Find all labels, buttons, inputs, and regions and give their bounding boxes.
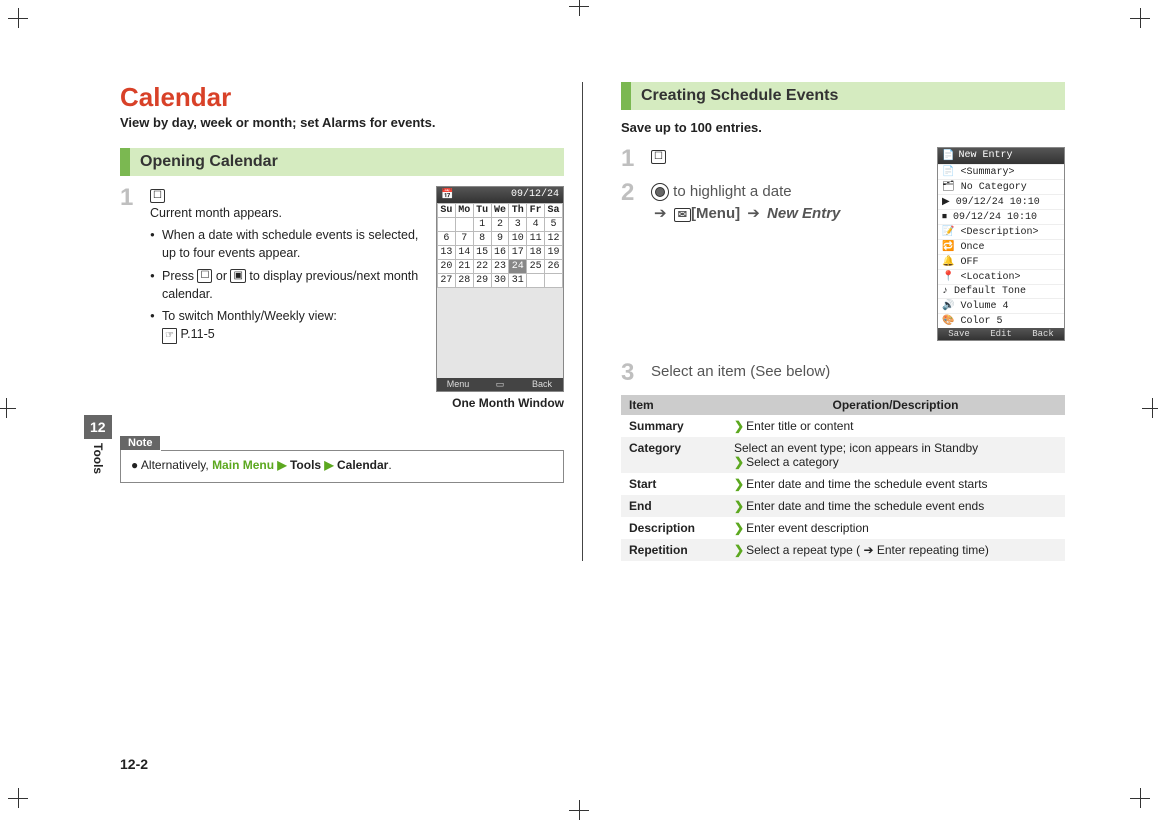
page-number: 12-2 xyxy=(120,756,148,772)
table-header-desc: Operation/Description xyxy=(726,395,1065,415)
camera-icon: ▣ xyxy=(230,269,245,283)
softkey-menu: Menu xyxy=(437,378,479,391)
screenshot-caption: One Month Window xyxy=(436,396,564,410)
table-row: Repetition❯Select a repeat type ( ➔ Ente… xyxy=(621,539,1065,561)
dpad-icon xyxy=(651,183,669,201)
side-tab: 12 Tools xyxy=(84,415,112,474)
cal-icon: 📅 xyxy=(441,189,453,201)
section-opening-calendar: Opening Calendar xyxy=(120,148,564,176)
table-row: Summary❯Enter title or content xyxy=(621,415,1065,437)
pointer-icon: ☞ xyxy=(162,328,177,345)
page-title: Calendar xyxy=(120,82,564,113)
softkey-center: ▭ xyxy=(479,378,521,391)
table-row: End❯Enter date and time the schedule eve… xyxy=(621,495,1065,517)
softkey-back: Back xyxy=(1022,328,1064,340)
softkey-back: Back xyxy=(521,378,563,391)
table-header-item: Item xyxy=(621,395,726,415)
operations-table: Item Operation/Description Summary❯Enter… xyxy=(621,395,1065,561)
step-number: 2 xyxy=(621,181,641,225)
table-row: Start❯Enter date and time the schedule e… xyxy=(621,473,1065,495)
lead-text: Save up to 100 entries. xyxy=(621,120,1065,135)
table-row: CategorySelect an event type; icon appea… xyxy=(621,437,1065,473)
bullet: When a date with schedule events is sele… xyxy=(150,226,426,262)
chapter-number: 12 xyxy=(84,415,112,439)
new-entry-screenshot: 📄New Entry 📄 <Summary> 🗂 No Category ▶ 0… xyxy=(937,147,1065,341)
step3-text: Select an item (See below) xyxy=(651,361,1065,385)
chapter-name: Tools xyxy=(91,439,105,474)
bullet: Press ☐ or ▣ to display previous/next mo… xyxy=(150,267,426,303)
step-number: 1 xyxy=(120,186,140,344)
key-icon: ☐ xyxy=(150,189,165,203)
step-number: 1 xyxy=(621,147,641,171)
key-icon: ☐ xyxy=(197,269,212,283)
softkey-edit: Edit xyxy=(980,328,1022,340)
calendar-screenshot: 📅09/12/24 Su Mo Tu We Th Fr Sa 12345 678 xyxy=(436,186,564,392)
note-label: Note xyxy=(120,436,160,450)
step-number: 3 xyxy=(621,361,641,385)
key-icon: ☐ xyxy=(651,150,666,164)
mail-key-icon: ✉ xyxy=(674,208,691,222)
page-subtitle: View by day, week or month; set Alarms f… xyxy=(120,115,564,130)
doc-icon: 📄 xyxy=(942,150,954,162)
main-menu-link: Main Menu xyxy=(212,458,274,472)
bullet: To switch Monthly/Weekly view: ☞ P.11-5 xyxy=(150,307,426,345)
table-row: Description❯Enter event description xyxy=(621,517,1065,539)
section-creating-events: Creating Schedule Events xyxy=(621,82,1065,110)
step1-line: Current month appears. xyxy=(150,204,426,222)
softkey-save: Save xyxy=(938,328,980,340)
note-box: Note ● Alternatively, Main Menu ▶ Tools … xyxy=(120,450,564,483)
